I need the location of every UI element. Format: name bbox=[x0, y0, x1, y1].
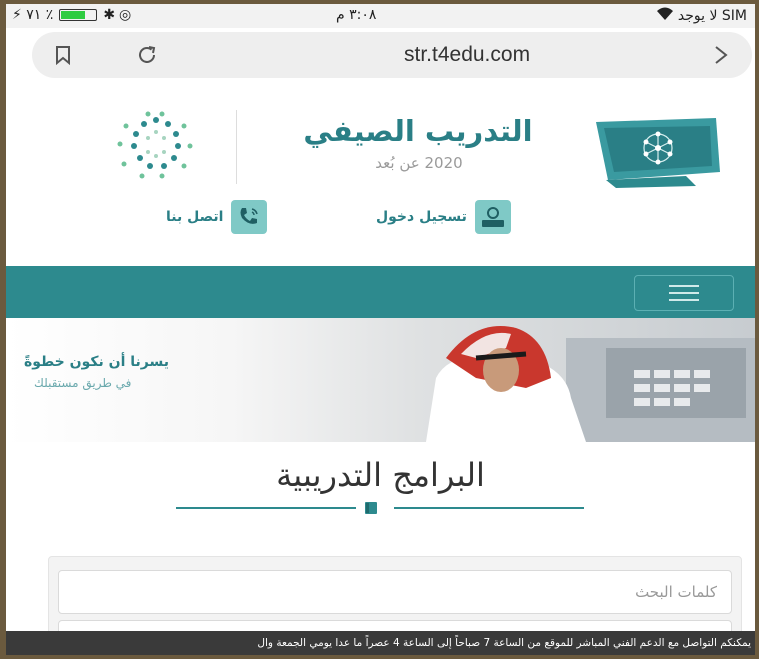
summer-training-logo[interactable] bbox=[586, 114, 726, 188]
search-input[interactable] bbox=[58, 570, 732, 614]
banner-headline: يسرنا أن نكون خطوةً bbox=[24, 354, 169, 370]
main-nav-bar bbox=[6, 266, 755, 318]
book-icon bbox=[363, 500, 379, 516]
site-title: التدريب الصيفي bbox=[303, 114, 533, 148]
status-left: ⚡ ٧١ ٪ ✱ ◎ bbox=[12, 7, 131, 23]
banner-subline: في طريق مستقبلك bbox=[34, 376, 132, 390]
user-badge-icon bbox=[474, 200, 511, 234]
phone-screen: ⚡ ٧١ ٪ ✱ ◎ ٣:٠٨ م لا يوجد SIM str.t4edu.… bbox=[6, 4, 755, 655]
header-divider bbox=[236, 110, 237, 184]
vision-2030-logo bbox=[106, 110, 206, 186]
bluetooth-icon: ✱ bbox=[103, 7, 116, 23]
reload-icon[interactable] bbox=[132, 40, 162, 70]
site-subtitle: 2020 عن بُعد bbox=[375, 154, 463, 172]
notice-ticker: يمكنكم التواصل مع الدعم الفني المباشر لل… bbox=[6, 631, 755, 655]
status-right: لا يوجد SIM bbox=[656, 7, 747, 25]
contact-label: اتصل بنا bbox=[166, 209, 224, 225]
contact-link[interactable]: اتصل بنا bbox=[166, 200, 268, 234]
status-left-text: ⚡ ٧١ ٪ bbox=[12, 7, 54, 23]
forward-arrow-icon[interactable] bbox=[706, 40, 736, 70]
section-title: البرامج التدريبية bbox=[276, 456, 485, 494]
hero-banner: يسرنا أن نكون خطوةً في طريق مستقبلك bbox=[6, 318, 755, 442]
title-underline-left bbox=[176, 507, 356, 509]
login-link[interactable]: تسجيل دخول bbox=[376, 200, 511, 234]
title-underline-right bbox=[394, 507, 584, 509]
browser-url-bar[interactable]: str.t4edu.com bbox=[32, 32, 752, 78]
url-text[interactable]: str.t4edu.com bbox=[404, 43, 530, 67]
login-label: تسجيل دخول bbox=[376, 209, 467, 225]
phone-icon bbox=[231, 200, 268, 234]
status-time: ٣:٠٨ م bbox=[336, 7, 377, 23]
battery-icon bbox=[59, 9, 98, 21]
menu-hamburger-icon[interactable] bbox=[634, 275, 734, 311]
sync-icon: ◎ bbox=[119, 7, 132, 23]
status-bar: ⚡ ٧١ ٪ ✱ ◎ ٣:٠٨ م لا يوجد SIM bbox=[6, 4, 755, 28]
wifi-icon bbox=[656, 7, 674, 25]
carrier-text: لا يوجد SIM bbox=[677, 8, 747, 24]
bookmark-icon[interactable] bbox=[48, 40, 78, 70]
